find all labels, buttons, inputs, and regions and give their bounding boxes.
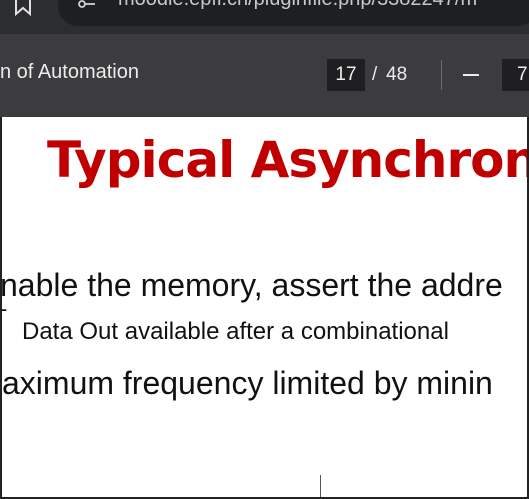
pdf-page: Typical Asynchron nable the memory, asse… (0, 117, 529, 499)
slide-bullet-2: Data Out available after a combinational (22, 318, 449, 345)
document-title: n of Automation (0, 61, 139, 83)
browser-address-bar: moodle.epfl.ch/pluginfile.php/3382247/m (0, 0, 529, 34)
bookmark-icon[interactable] (12, 0, 34, 16)
page-number-input[interactable]: 17 (327, 59, 365, 91)
pdf-toolbar: n of Automation 17 / 48 7 (0, 34, 529, 117)
page-mark (320, 475, 321, 497)
slide-bullet-1: nable the memory, assert the addre (0, 267, 503, 303)
minus-icon[interactable] (458, 65, 484, 85)
total-pages: 48 (386, 64, 408, 85)
tune-icon[interactable] (76, 0, 96, 12)
slide-title: Typical Asynchron (47, 131, 529, 189)
slide-bullet-3: aximum frequency limited by minin (2, 365, 493, 401)
zoom-input[interactable]: 7 (502, 59, 529, 91)
page-separator: / (372, 64, 378, 85)
url-text[interactable]: moodle.epfl.ch/pluginfile.php/3382247/m (118, 0, 477, 11)
bullet-marker: - (0, 296, 8, 321)
toolbar-divider (441, 60, 442, 90)
